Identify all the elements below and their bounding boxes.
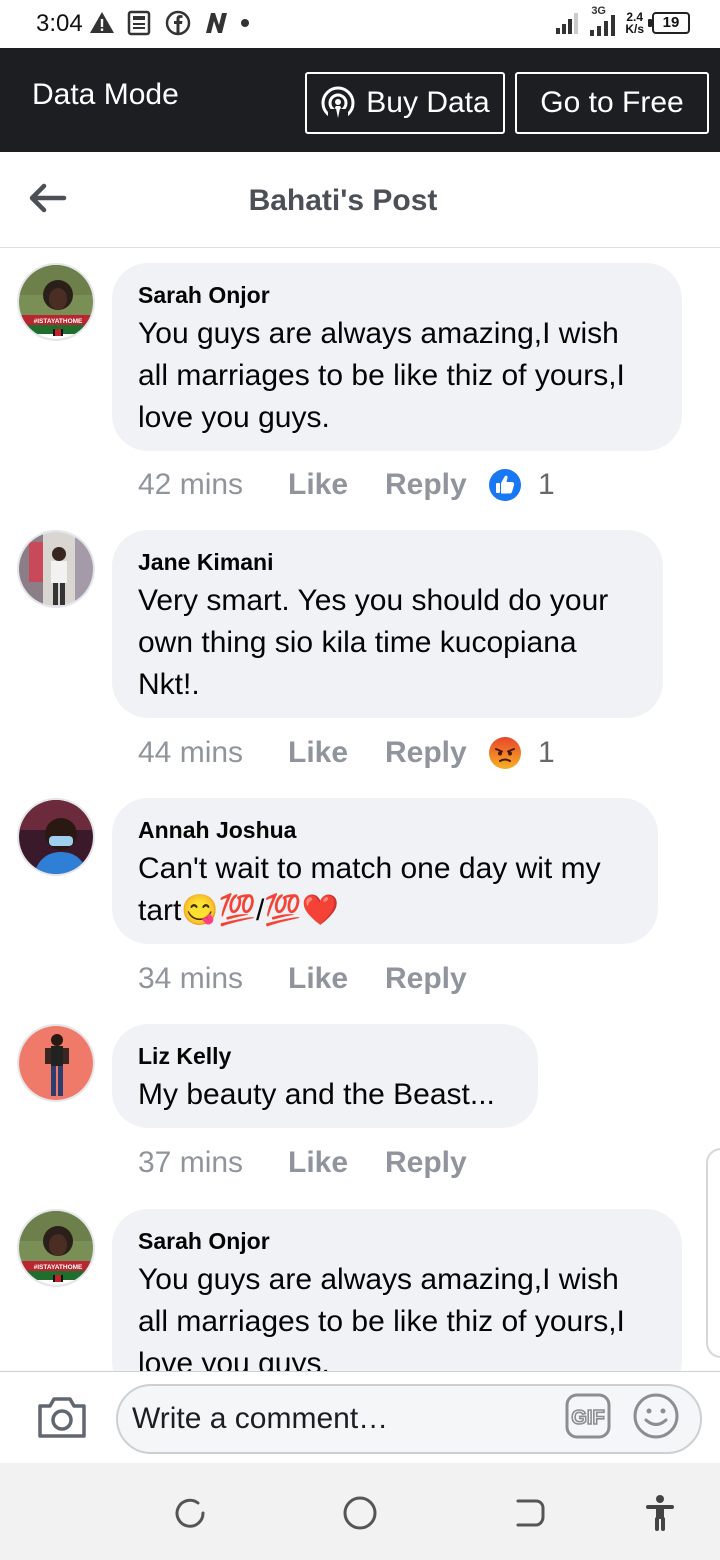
avatar-image — [19, 800, 93, 874]
dot-icon — [241, 19, 249, 27]
comment-time[interactable]: 34 mins — [138, 962, 288, 996]
avatar-image: #ISTAYATHOME — [19, 265, 93, 339]
notification-icons — [88, 9, 250, 37]
recent-apps-icon[interactable] — [170, 1493, 210, 1533]
n-app-icon — [206, 13, 227, 33]
comments-list[interactable]: #ISTAYATHOME Sarah Onjor You guys are al… — [0, 249, 720, 1371]
comment-author[interactable]: Jane Kimani — [138, 548, 637, 576]
comment-text: You guys are always amazing,I wish all m… — [138, 317, 625, 434]
warning-icon — [90, 12, 114, 33]
go-to-free-label: Go to Free — [540, 86, 684, 119]
comment-text: You guys are always amazing,I wish all m… — [138, 1263, 625, 1371]
comment-composer: GIF — [0, 1371, 720, 1463]
signal-3g-icon: 3G — [589, 5, 617, 37]
reply-button[interactable]: Reply — [385, 736, 488, 770]
avatar-image: #ISTAYATHOME — [19, 1211, 93, 1285]
emoji-icon[interactable] — [632, 1392, 680, 1440]
accessibility-icon[interactable] — [640, 1493, 680, 1533]
comment-actions: 34 mins Like Reply — [138, 959, 488, 999]
avatar[interactable] — [17, 530, 95, 608]
like-icon[interactable] — [488, 468, 522, 502]
reply-button[interactable]: Reply — [385, 468, 488, 502]
avatar[interactable]: #ISTAYATHOME — [17, 263, 95, 341]
comment-bubble[interactable]: Jane Kimani Very smart. Yes you should d… — [112, 530, 663, 718]
comment-author[interactable]: Sarah Onjor — [138, 281, 656, 309]
reply-button[interactable]: Reply — [385, 1146, 488, 1180]
reaction-count[interactable]: 1 — [538, 468, 555, 502]
comment-text: Very smart. Yes you should do your own t… — [138, 584, 609, 701]
comment-actions: 42 mins Like Reply 1 — [138, 465, 555, 505]
avatar[interactable]: #ISTAYATHOME — [17, 1209, 95, 1287]
avatar-caption: #ISTAYATHOME — [34, 1264, 83, 1271]
home-icon[interactable] — [340, 1493, 380, 1533]
status-right: 3G 2.4 K/s 19 — [555, 5, 690, 37]
broadcast-icon — [321, 86, 355, 121]
comment-text: Can't wait to match one day wit my tart😋… — [138, 852, 601, 927]
comment-time[interactable]: 42 mins — [138, 468, 288, 502]
reaction-count[interactable]: 1 — [538, 736, 555, 770]
comment-time[interactable]: 37 mins — [138, 1146, 288, 1180]
signal-icon — [556, 13, 579, 34]
page-title: Bahati's Post — [248, 184, 438, 217]
data-mode-label: Data Mode — [32, 78, 179, 111]
data-mode-bar: Data Mode Buy Data Go to Free — [0, 48, 720, 152]
comment-author[interactable]: Annah Joshua — [138, 816, 632, 844]
scroll-indicator[interactable] — [706, 1148, 720, 1358]
like-button[interactable]: Like — [288, 468, 385, 502]
status-bar: 3:04 3G 2.4 K/s 19 — [0, 0, 720, 48]
comment-time[interactable]: 44 mins — [138, 736, 288, 770]
avatar[interactable] — [17, 1024, 95, 1102]
comment-actions: 44 mins Like Reply 1 — [138, 733, 555, 773]
comment-bubble[interactable]: Annah Joshua Can't wait to match one day… — [112, 798, 658, 944]
like-button[interactable]: Like — [288, 1146, 385, 1180]
gif-label: GIF — [571, 1407, 604, 1429]
buy-data-label: Buy Data — [366, 86, 490, 119]
status-time: 3:04 — [36, 10, 83, 37]
comment-bubble[interactable]: Sarah Onjor You guys are always amazing,… — [112, 1209, 682, 1371]
avatar-caption: #ISTAYATHOME — [34, 318, 83, 325]
avatar-image — [19, 1026, 93, 1100]
like-button[interactable]: Like — [288, 962, 385, 996]
comment-author[interactable]: Liz Kelly — [138, 1042, 512, 1070]
battery-icon: 19 — [648, 12, 690, 34]
comment-text: My beauty and the Beast... — [138, 1078, 495, 1111]
gif-icon[interactable]: GIF — [564, 1392, 612, 1440]
comment-bubble[interactable]: Liz Kelly My beauty and the Beast... — [112, 1024, 538, 1128]
avatar-image — [19, 532, 93, 606]
angry-icon[interactable] — [488, 736, 522, 770]
facebook-icon — [165, 10, 191, 36]
go-to-free-button[interactable]: Go to Free — [515, 72, 709, 134]
comment-input[interactable] — [116, 1384, 702, 1454]
back-nav-icon[interactable] — [510, 1493, 550, 1533]
camera-icon[interactable] — [36, 1394, 88, 1440]
buy-data-button[interactable]: Buy Data — [305, 72, 505, 134]
comment-actions: 37 mins Like Reply — [138, 1143, 488, 1183]
network-speed: 2.4 K/s — [625, 11, 644, 35]
comment-author[interactable]: Sarah Onjor — [138, 1227, 656, 1255]
comment-bubble[interactable]: Sarah Onjor You guys are always amazing,… — [112, 263, 682, 451]
avatar[interactable] — [17, 798, 95, 876]
reply-button[interactable]: Reply — [385, 962, 488, 996]
like-button[interactable]: Like — [288, 736, 385, 770]
system-nav-bar — [0, 1463, 720, 1560]
post-header: Bahati's Post — [0, 152, 720, 248]
news-icon — [127, 10, 151, 36]
speed-unit: K/s — [625, 22, 644, 36]
